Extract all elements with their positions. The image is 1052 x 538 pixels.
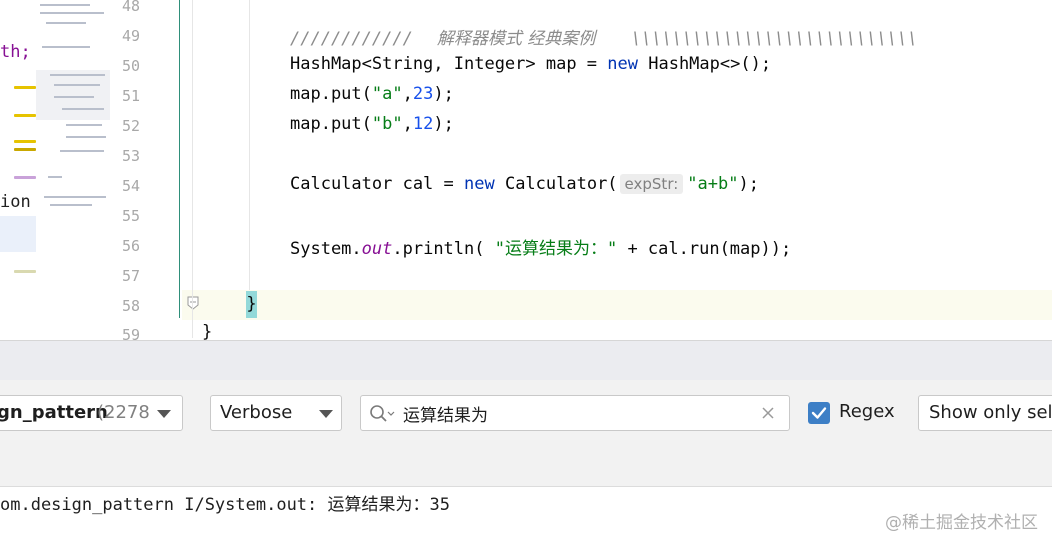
code-token: map.put(	[290, 114, 372, 134]
code-token: map.put(	[290, 84, 372, 104]
search-icon[interactable]	[369, 404, 395, 424]
code-token: + cal.run(map));	[617, 239, 792, 259]
line-number: 51	[121, 87, 140, 105]
code-token: Calculator cal =	[290, 174, 464, 194]
minimap-fragment: ion	[0, 192, 31, 212]
log-search-box[interactable]	[360, 395, 790, 431]
checkmark-icon	[811, 407, 827, 419]
minimap-line	[40, 4, 90, 6]
clear-icon[interactable]	[761, 406, 775, 420]
code-token: HashMap<>();	[638, 54, 772, 74]
current-line-highlight	[142, 290, 1052, 320]
line-number: 56	[121, 237, 140, 255]
line-number-gutter[interactable]	[110, 0, 182, 340]
line-number: 49	[121, 27, 140, 45]
regex-label[interactable]: Regex	[839, 401, 895, 422]
minimap-marker	[14, 114, 36, 117]
minimap-line	[62, 108, 104, 110]
minimap-marker	[14, 86, 36, 89]
log-output-line[interactable]: om.design_pattern I/System.out: 运算结果为：35	[0, 490, 450, 515]
line-number: 58	[121, 297, 140, 315]
indent-guide	[192, 0, 193, 338]
code-token: Calculator(	[494, 174, 618, 194]
minimap-line	[66, 124, 102, 126]
keyword-new: new	[607, 54, 638, 74]
code-line-49[interactable]: //////////// 解释器模式 经典案例 \\\\\\\\\\\\\\\\\\…	[290, 24, 918, 49]
number-literal: 12	[412, 114, 434, 134]
minimap-line	[46, 22, 86, 24]
minimap-marker	[14, 270, 36, 273]
matched-brace: }	[246, 291, 257, 318]
regex-checkbox[interactable]	[808, 402, 830, 424]
line-number: 54	[121, 177, 140, 195]
code-token: );	[433, 114, 454, 134]
minimap-line	[54, 96, 94, 98]
static-field-out: out	[361, 239, 393, 259]
minimap-fragment: th;	[0, 42, 31, 62]
minimap-line	[54, 84, 100, 86]
line-number: 59	[121, 326, 140, 340]
code-line-54[interactable]: Calculator cal = new Calculator(expStr: "…	[290, 174, 759, 194]
code-editor[interactable]: th; ion ess 48 49 50 51 52 53 54 55 56 5…	[0, 0, 1052, 340]
indent-guide	[249, 0, 250, 290]
process-name: gn_pattern	[0, 402, 108, 423]
minimap-line	[50, 74, 105, 76]
number-literal: 23	[412, 84, 434, 104]
code-line-52[interactable]: map.put("b",12);	[290, 114, 454, 134]
code-token: );	[433, 84, 454, 104]
code-line-50[interactable]: HashMap<String, Integer> map = new HashM…	[290, 54, 771, 74]
log-level-selector[interactable]: Verbose	[210, 395, 342, 431]
minimap-viewport	[36, 70, 110, 120]
minimap-pane[interactable]: th; ion ess	[0, 0, 111, 340]
code-line-51[interactable]: map.put("a",23);	[290, 84, 454, 104]
watermark: @稀土掘金技术社区	[885, 513, 1038, 533]
line-number: 53	[121, 147, 140, 165]
code-token: );	[738, 174, 759, 194]
fold-collapse-icon[interactable]	[187, 296, 199, 310]
parameter-hint: expStr:	[619, 174, 684, 194]
string-literal: "b"	[371, 114, 403, 134]
minimap-marker	[14, 148, 36, 151]
string-literal: "运算结果为："	[494, 239, 618, 259]
minimap-marker	[14, 176, 36, 179]
process-selector[interactable]: gn_pattern (2278	[0, 395, 183, 431]
string-literal: "a+b"	[687, 174, 739, 194]
minimap-line	[40, 12, 104, 14]
minimap-line	[50, 204, 92, 206]
code-token: ,	[402, 84, 413, 104]
comment-text: 解释器模式 经典案例	[436, 29, 596, 49]
code-token: .println(	[392, 239, 495, 259]
line-number: 50	[121, 57, 140, 75]
code-line-56[interactable]: System.out.println( "运算结果为：" + cal.run(m…	[290, 234, 791, 259]
line-number: 57	[121, 267, 140, 285]
chevron-down-icon	[157, 410, 171, 418]
code-token: System.	[290, 239, 362, 259]
keyword-new: new	[464, 174, 495, 194]
line-number: 55	[121, 207, 140, 225]
minimap-line	[66, 136, 106, 138]
search-input[interactable]	[403, 400, 743, 426]
filter-selector[interactable]: Show only sele	[918, 395, 1052, 431]
filter-value: Show only sele	[929, 402, 1052, 423]
comment-backslashes: \\\\\\\\\\\\\\\\\\\\\\\\\\\\	[631, 29, 918, 49]
panel-splitter[interactable]	[0, 340, 1052, 382]
code-token: HashMap<String, Integer> map =	[290, 54, 608, 74]
code-line-59: }	[202, 322, 213, 340]
minimap-line	[60, 150, 104, 152]
chevron-down-icon	[319, 410, 333, 418]
minimap-line	[42, 46, 90, 48]
minimap-selection	[0, 216, 36, 252]
minimap-line	[44, 196, 106, 198]
comment-slashes: ////////////	[290, 29, 413, 49]
code-token: ,	[402, 114, 413, 134]
process-count: (2278	[97, 402, 150, 423]
minimap-marker	[14, 140, 36, 143]
log-level-value: Verbose	[220, 402, 293, 423]
line-number: 48	[121, 0, 140, 15]
minimap-line	[48, 176, 62, 178]
line-number: 52	[121, 117, 140, 135]
string-literal: "a"	[371, 84, 403, 104]
fold-region-line	[179, 0, 180, 318]
